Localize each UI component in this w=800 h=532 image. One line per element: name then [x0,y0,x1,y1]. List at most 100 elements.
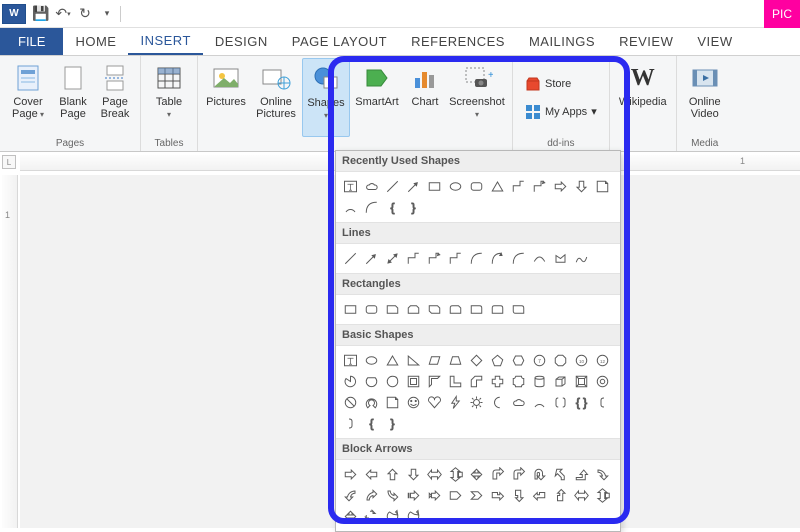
qat-undo-icon[interactable]: ↶▾ [52,3,74,25]
shape-item[interactable] [445,485,466,506]
shape-item[interactable] [529,371,550,392]
shape-item[interactable] [466,299,487,320]
shape-item[interactable] [403,464,424,485]
shape-item[interactable] [508,299,529,320]
tab-design[interactable]: DESIGN [203,28,280,55]
shape-item[interactable] [424,299,445,320]
shape-item[interactable] [592,176,613,197]
shape-item[interactable] [424,371,445,392]
shape-item[interactable] [403,485,424,506]
shape-item[interactable] [361,392,382,413]
shape-item[interactable] [466,350,487,371]
shape-item[interactable] [424,464,445,485]
shape-item[interactable] [445,248,466,269]
shape-item[interactable] [361,176,382,197]
shape-item[interactable]: { [361,413,382,434]
shape-item[interactable] [340,485,361,506]
shape-item[interactable] [340,413,361,434]
shape-item[interactable] [445,464,466,485]
blank-page-button[interactable]: Blank Page [52,58,94,137]
shape-item[interactable] [529,248,550,269]
smartart-button[interactable]: SmartArt [350,58,404,137]
tab-view[interactable]: VIEW [685,28,744,55]
shape-item[interactable] [466,248,487,269]
shape-item[interactable] [466,176,487,197]
shape-item[interactable] [466,371,487,392]
shape-item[interactable] [403,176,424,197]
qat-customize-icon[interactable]: ▾ [96,3,118,25]
tab-mailings[interactable]: MAILINGS [517,28,607,55]
shape-item[interactable] [487,248,508,269]
shape-item[interactable] [382,485,403,506]
shape-item[interactable]: 7 [529,350,550,371]
shape-item[interactable] [445,371,466,392]
shape-item[interactable]: 12 [592,350,613,371]
shape-item[interactable] [403,299,424,320]
shape-item[interactable] [487,371,508,392]
shape-item[interactable] [550,248,571,269]
shape-item[interactable] [403,392,424,413]
wikipedia-button[interactable]: W Wikipedia [614,58,672,137]
shape-item[interactable] [592,464,613,485]
shape-item[interactable] [403,350,424,371]
tab-page-layout[interactable]: PAGE LAYOUT [280,28,399,55]
shape-item[interactable]: } [382,413,403,434]
tab-file[interactable]: FILE [0,28,63,55]
cover-page-button[interactable]: Cover Page ▾ [4,58,52,137]
shape-item[interactable] [487,464,508,485]
pictures-button[interactable]: Pictures [202,58,250,137]
shape-item[interactable] [571,248,592,269]
shape-item[interactable] [361,485,382,506]
shape-item[interactable] [340,371,361,392]
shape-item[interactable] [487,392,508,413]
shape-item[interactable] [445,299,466,320]
shape-item[interactable] [487,485,508,506]
shape-item[interactable] [382,371,403,392]
tab-review[interactable]: REVIEW [607,28,685,55]
shape-item[interactable] [550,350,571,371]
contextual-tab-picture[interactable]: PIC [764,0,800,28]
shape-item[interactable] [487,350,508,371]
shape-item[interactable] [592,371,613,392]
shape-item[interactable] [529,464,550,485]
shape-item[interactable]: 10 [571,350,592,371]
shape-item[interactable] [382,392,403,413]
shape-item[interactable] [529,485,550,506]
qat-save-icon[interactable]: 💾 [30,3,52,25]
shape-item[interactable] [445,350,466,371]
shape-item[interactable] [340,464,361,485]
shape-item[interactable] [571,176,592,197]
shape-item[interactable] [424,485,445,506]
shapes-button[interactable]: Shapes▾ [302,58,350,137]
shape-item[interactable] [382,299,403,320]
shape-item[interactable] [550,464,571,485]
shape-item[interactable] [403,371,424,392]
online-pictures-button[interactable]: Online Pictures [250,58,302,137]
shape-item[interactable] [403,506,424,527]
store-button[interactable]: Store [521,74,601,94]
shape-item[interactable] [424,176,445,197]
shape-item[interactable] [424,350,445,371]
shape-item[interactable] [571,371,592,392]
shape-item[interactable] [382,464,403,485]
shape-item[interactable] [550,485,571,506]
shape-item[interactable] [487,299,508,320]
table-button[interactable]: Table▾ [145,58,193,137]
shape-item[interactable] [382,506,403,527]
shape-item[interactable] [550,371,571,392]
ruler-vertical[interactable]: 1 [2,175,18,528]
shape-item[interactable] [403,248,424,269]
shape-item[interactable] [466,392,487,413]
chart-button[interactable]: Chart [404,58,446,137]
shape-item[interactable] [361,464,382,485]
shape-item[interactable]: } [403,197,424,218]
shape-item[interactable] [340,506,361,527]
shape-item[interactable] [508,485,529,506]
tab-references[interactable]: REFERENCES [399,28,517,55]
shape-item[interactable] [445,176,466,197]
shape-item[interactable] [571,485,592,506]
shape-item[interactable] [361,299,382,320]
tab-insert[interactable]: INSERT [128,28,202,55]
shape-item[interactable] [445,392,466,413]
shape-item[interactable] [382,350,403,371]
